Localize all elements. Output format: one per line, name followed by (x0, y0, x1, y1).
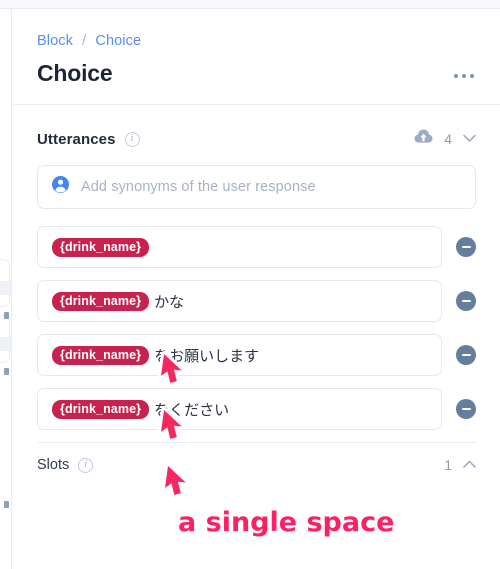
utterance-input-3[interactable]: {drink_name} をください (37, 388, 442, 430)
utterance-row: {drink_name} をお願いします (37, 334, 476, 376)
utterance-input-2[interactable]: {drink_name} をお願いします (37, 334, 442, 376)
ghost-band (0, 337, 11, 351)
choice-detail-panel: Block / Choice Choice Utterances i 4 Add… (13, 10, 500, 569)
utterance-row: {drink_name} かな (37, 280, 476, 322)
breadcrumb-item-choice[interactable]: Choice (95, 33, 141, 49)
slots-count: 1 (444, 457, 452, 473)
utterance-input-0[interactable]: {drink_name} (37, 226, 442, 268)
add-synonym-input[interactable]: Add synonyms of the user response (37, 165, 476, 209)
app-frame: Block / Choice Choice Utterances i 4 Add… (0, 0, 500, 569)
utterances-title: Utterances (37, 130, 116, 148)
utterances-header-actions: 4 (414, 129, 476, 149)
utterance-text: をください (154, 401, 230, 419)
breadcrumb-item-block[interactable]: Block (37, 33, 73, 49)
slot-tag[interactable]: {drink_name} (52, 399, 150, 419)
user-avatar-icon (52, 176, 69, 198)
kebab-menu-icon[interactable] (450, 70, 478, 82)
ghost-dot (4, 312, 9, 319)
utterance-input-1[interactable]: {drink_name} かな (37, 280, 442, 322)
breadcrumb-separator: / (82, 33, 87, 49)
page-title: Choice (37, 60, 113, 86)
info-icon[interactable]: i (124, 131, 140, 147)
utterance-row: {drink_name} (37, 226, 476, 268)
chevron-up-icon[interactable] (463, 456, 476, 474)
minus-circle-icon[interactable] (456, 399, 476, 419)
cloud-upload-icon[interactable] (414, 129, 433, 149)
ghost-band (0, 281, 11, 295)
chevron-down-icon[interactable] (463, 130, 476, 148)
info-icon[interactable]: i (78, 457, 94, 473)
utterances-section-header: Utterances i 4 (37, 115, 476, 163)
utterances-count: 4 (444, 131, 452, 147)
panel-body: Utterances i 4 Add synonyms of the user … (13, 115, 500, 487)
ghost-dot (4, 368, 9, 375)
utterance-text: かな (154, 293, 185, 311)
slots-header-actions: 1 (444, 456, 476, 474)
panel-header: Block / Choice Choice (13, 10, 500, 105)
slot-tag[interactable]: {drink_name} (52, 291, 150, 311)
slot-tag[interactable]: {drink_name} (52, 345, 150, 365)
slots-section-header[interactable]: Slots i 1 (37, 442, 476, 487)
utterance-text: をお願いします (154, 347, 260, 365)
left-gutter-peek (0, 9, 12, 569)
breadcrumb: Block / Choice (37, 32, 476, 50)
minus-circle-icon[interactable] (456, 237, 476, 257)
ghost-dot (4, 501, 9, 508)
utterance-list: {drink_name} {drink_name} かな {drink_name… (37, 226, 476, 430)
add-synonym-placeholder: Add synonyms of the user response (81, 179, 316, 195)
window-top-strip (0, 0, 500, 9)
slots-title: Slots (37, 457, 70, 473)
minus-circle-icon[interactable] (456, 345, 476, 365)
utterance-row: {drink_name} をください (37, 388, 476, 430)
minus-circle-icon[interactable] (456, 291, 476, 311)
slot-tag[interactable]: {drink_name} (52, 237, 150, 257)
